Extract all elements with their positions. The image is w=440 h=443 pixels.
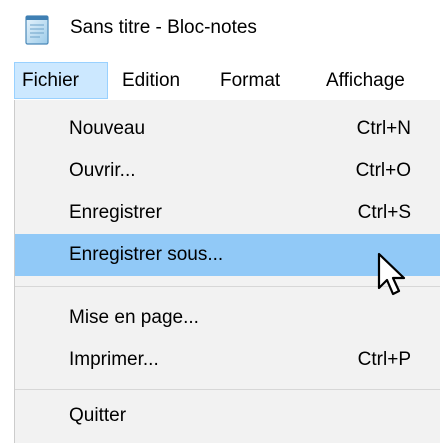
menu-item-label: Imprimer... [69, 349, 159, 370]
menu-item-label: Ouvrir... [69, 160, 136, 181]
window-title: Sans titre - Bloc-notes [70, 17, 257, 38]
menu-item-ouvrir[interactable]: Ouvrir... Ctrl+O [15, 150, 440, 192]
menu-item-mise-en-page[interactable]: Mise en page... [15, 297, 440, 339]
menu-item-nouveau[interactable]: Nouveau Ctrl+N [15, 108, 440, 150]
menu-item-shortcut: Ctrl+P [357, 349, 411, 370]
menu-item-label: Quitter [69, 405, 127, 426]
menu-affichage[interactable]: Affichage [326, 62, 405, 99]
title-bar: Sans titre - Bloc-notes [0, 0, 440, 60]
menu-edition[interactable]: Edition [122, 62, 180, 99]
menu-fichier[interactable]: Fichier [14, 62, 108, 99]
menu-format-label: Format [220, 70, 281, 91]
menu-item-label: Enregistrer [69, 202, 162, 223]
mouse-pointer-icon [377, 252, 407, 298]
menu-edition-label: Edition [122, 70, 181, 91]
menu-affichage-label: Affichage [326, 70, 405, 91]
menu-format[interactable]: Format [220, 62, 280, 99]
menu-item-label: Enregistrer sous... [69, 244, 224, 265]
menu-item-enregistrer[interactable]: Enregistrer Ctrl+S [15, 192, 440, 234]
menu-separator [15, 389, 440, 390]
menu-fichier-label: Fichier [22, 70, 80, 91]
menu-item-imprimer[interactable]: Imprimer... Ctrl+P [15, 339, 440, 381]
menu-item-label: Nouveau [69, 118, 146, 139]
menu-item-quitter[interactable]: Quitter [15, 395, 440, 437]
menu-bar: Fichier Edition Format Affichage [0, 62, 440, 99]
menu-item-shortcut: Ctrl+O [355, 160, 411, 181]
menu-item-shortcut: Ctrl+S [357, 202, 411, 223]
menu-item-shortcut: Ctrl+N [356, 118, 411, 139]
menu-item-label: Mise en page... [69, 307, 199, 328]
notepad-icon [22, 14, 52, 46]
